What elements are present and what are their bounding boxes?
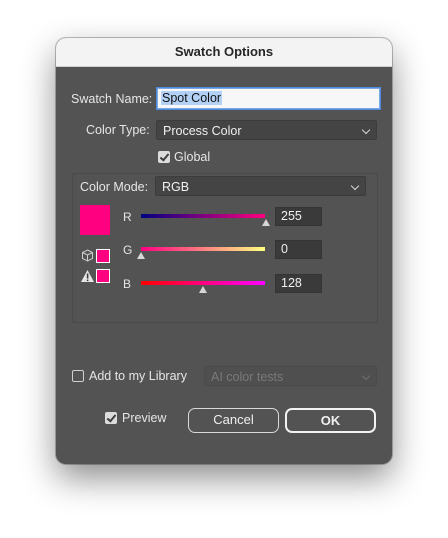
channel-b-input[interactable]: 128 (275, 274, 322, 293)
color-preview-swatch (80, 205, 110, 235)
color-type-select[interactable]: Process Color (156, 120, 377, 140)
global-label: Global (174, 150, 211, 164)
preview-label: Preview (122, 411, 167, 425)
color-mode-select[interactable]: RGB (155, 176, 366, 196)
add-to-library-label: Add to my Library (89, 369, 187, 383)
swatch-name-input[interactable]: Spot Color (157, 88, 380, 109)
swatch-name-value: Spot Color (161, 91, 223, 105)
warning-icon[interactable] (80, 269, 95, 283)
preview-checkbox[interactable] (105, 412, 117, 424)
dialog-title: Swatch Options (56, 38, 392, 67)
channel-g-label: G (123, 243, 133, 257)
chevron-down-icon (361, 371, 371, 381)
chevron-down-icon (361, 125, 371, 135)
channel-b-label: B (123, 277, 132, 291)
swatch-name-label: Swatch Name: (71, 92, 153, 106)
color-type-label: Color Type: (86, 123, 150, 137)
channel-b-thumb[interactable] (199, 286, 207, 293)
library-value: AI color tests (211, 370, 284, 384)
web-safe-swatch[interactable] (96, 249, 110, 263)
color-mode-value: RGB (162, 180, 190, 194)
channel-b-slider[interactable] (141, 281, 265, 285)
channel-r-slider[interactable] (141, 214, 265, 218)
gamut-swatch[interactable] (96, 269, 110, 283)
global-checkbox[interactable] (158, 151, 170, 163)
channel-r-label: R (123, 210, 132, 224)
channel-r-input[interactable]: 255 (275, 207, 322, 226)
channel-g-input[interactable]: 0 (275, 240, 322, 259)
library-select[interactable]: AI color tests (204, 366, 377, 386)
channel-g-slider[interactable] (141, 247, 265, 251)
ok-button[interactable]: OK (285, 408, 376, 433)
swatch-options-dialog: Swatch Options Swatch Name: Spot Color C… (56, 38, 392, 464)
color-mode-label: Color Mode: (80, 180, 149, 194)
channel-g-thumb[interactable] (137, 252, 145, 259)
web-safe-cube-icon[interactable] (81, 249, 94, 262)
channel-r-thumb[interactable] (262, 219, 270, 226)
chevron-down-icon (350, 181, 360, 191)
add-to-library-checkbox[interactable] (72, 370, 84, 382)
color-type-value: Process Color (163, 124, 242, 138)
cancel-button[interactable]: Cancel (188, 408, 279, 433)
